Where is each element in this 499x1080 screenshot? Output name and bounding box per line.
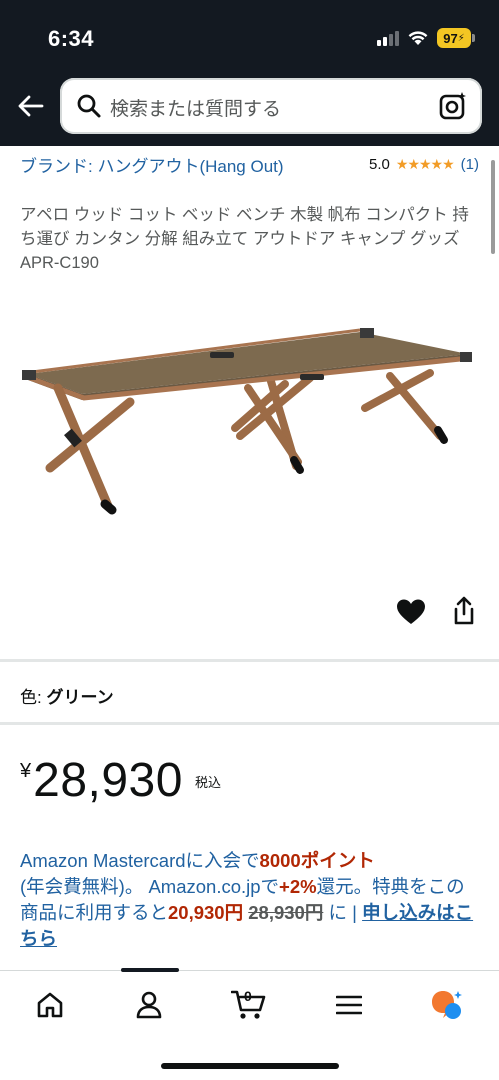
color-label: 色: xyxy=(20,688,47,707)
promo-points: 8000ポイント xyxy=(259,850,375,871)
search-input[interactable]: 検索または質問する xyxy=(60,78,482,134)
battery-indicator: 97 ⚡ xyxy=(437,28,475,48)
divider xyxy=(0,659,499,662)
search-icon xyxy=(77,94,101,118)
promo-text: (年会費無料)。 Amazon.co.jpで xyxy=(20,876,280,897)
rating-stars: ★★★★★ xyxy=(395,156,455,172)
rufus-icon xyxy=(432,991,462,1019)
signal-icon xyxy=(377,30,399,46)
home-indicator xyxy=(161,1063,339,1069)
nav-home[interactable] xyxy=(30,987,70,1023)
product-title: アペロ ウッド コット ベッド ベンチ 木製 帆布 コンパクト 持ち運び カンタ… xyxy=(20,206,469,272)
share-icon[interactable] xyxy=(452,596,476,626)
price-currency: ¥ xyxy=(20,760,32,782)
nav-account[interactable] xyxy=(129,987,169,1023)
price-amount: 28,930 xyxy=(33,754,183,807)
nav-cart[interactable]: 0 xyxy=(229,987,269,1023)
nav-menu[interactable] xyxy=(329,987,369,1023)
menu-icon xyxy=(336,995,362,1015)
wifi-icon xyxy=(408,31,428,45)
promo-discounted-price: 20,930円 xyxy=(168,902,244,923)
color-selection: 色: グリーン xyxy=(20,683,114,708)
tax-label: 税込 xyxy=(194,775,221,790)
nav-rufus[interactable] xyxy=(428,987,468,1023)
price-block: ¥ 28,930 税込 xyxy=(20,752,221,810)
product-image[interactable] xyxy=(20,318,480,528)
top-header: 6:34 97 ⚡ 検索または質問する xyxy=(0,0,499,146)
camera-search-icon[interactable] xyxy=(438,91,468,121)
rating-summary[interactable]: 5.0 ★★★★★ (1) xyxy=(369,156,479,173)
promo-text: に | xyxy=(323,902,363,923)
promo-rate: +2% xyxy=(279,876,317,897)
nav-active-indicator xyxy=(121,968,179,972)
heart-icon[interactable] xyxy=(396,598,426,626)
back-arrow-icon xyxy=(18,95,44,117)
cart-count: 0 xyxy=(244,988,252,1004)
account-icon xyxy=(136,991,162,1019)
promo-original-price: 28,930円 xyxy=(248,902,324,923)
back-button[interactable] xyxy=(14,90,46,122)
scrollbar[interactable] xyxy=(491,160,495,254)
status-time: 6:34 xyxy=(48,26,95,51)
home-icon xyxy=(37,992,63,1018)
mastercard-promo[interactable]: Amazon Mastercardに入会で8000ポイント (年会費無料)。 Am… xyxy=(20,848,480,952)
search-placeholder: 検索または質問する xyxy=(110,99,282,120)
divider xyxy=(0,722,499,725)
promo-text: Amazon Mastercardに入会で xyxy=(20,850,260,871)
status-icons: 97 ⚡ xyxy=(377,28,475,48)
brand-link[interactable]: ブランド: ハングアウト(Hang Out) xyxy=(20,155,320,178)
rating-value: 5.0 xyxy=(369,156,390,173)
rating-count[interactable]: (1) xyxy=(461,156,479,173)
color-value: グリーン xyxy=(46,688,114,707)
battery-level: 97 xyxy=(443,30,458,46)
